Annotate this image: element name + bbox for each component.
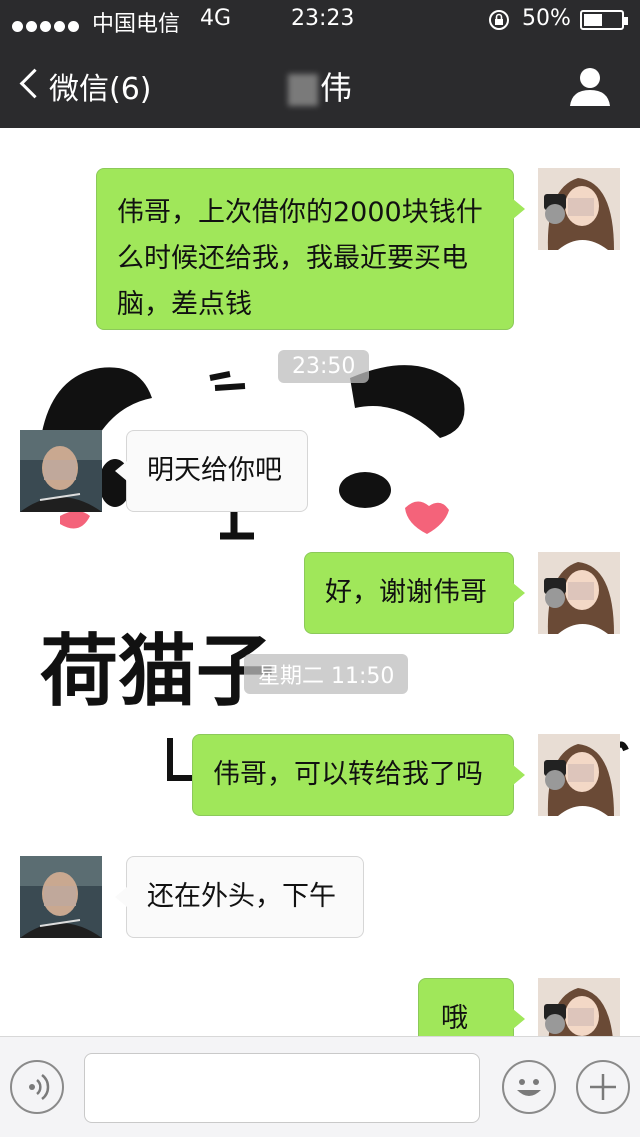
person-icon[interactable]	[568, 64, 612, 108]
message-bubble-incoming[interactable]: 明天给你吧	[115, 430, 308, 512]
network-label: 4G	[200, 6, 232, 31]
message-line: 么时候还给我，我最近要买电	[117, 243, 468, 274]
message-bubble-outgoing[interactable]: 伟哥，上次借你的2000块钱什 么时候还给我，我最近要买电 脑，差点钱	[96, 168, 525, 330]
chat-title-text: 伟	[319, 69, 352, 107]
message-text: 明天给你吧	[147, 455, 282, 486]
rotation-lock-icon	[489, 10, 509, 30]
voice-icon	[29, 1074, 50, 1100]
nav-bar: 微信(6) 伟	[0, 40, 640, 128]
battery-percent: 50%	[522, 6, 571, 31]
my-avatar[interactable]	[538, 168, 620, 250]
signal-strength-icon	[12, 13, 82, 38]
my-avatar[interactable]	[538, 978, 620, 1036]
timestamp: 23:50	[278, 350, 370, 383]
message-line: 伟哥，上次借你的2000块钱什	[117, 197, 483, 228]
clock: 23:23	[291, 6, 355, 31]
input-bar	[0, 1036, 640, 1137]
plus-icon	[590, 1074, 616, 1100]
status-bar: 中国电信 4G 23:23 50%	[0, 0, 640, 40]
emoji-icon	[517, 1079, 541, 1096]
message-bubble-outgoing[interactable]: 伟哥，可以转给我了吗	[192, 734, 525, 816]
battery-icon	[580, 10, 628, 30]
message-input[interactable]	[84, 1053, 480, 1123]
contact-avatar[interactable]	[20, 430, 102, 512]
carrier-label: 中国电信	[92, 12, 181, 37]
more-button[interactable]	[576, 1060, 630, 1114]
sticker-text: 荷猫子	[40, 627, 274, 717]
message-bubble-incoming[interactable]: 还在外头，下午	[115, 856, 364, 938]
message-text: 伟哥，可以转给我了吗	[213, 759, 483, 790]
voice-button[interactable]	[10, 1060, 64, 1114]
message-bubble-outgoing[interactable]: 哦	[418, 978, 525, 1036]
chat-title: 伟	[0, 63, 640, 109]
message-text: 还在外头，下午	[147, 881, 336, 912]
message-text: 哦	[441, 1003, 468, 1034]
blurred-name	[287, 74, 318, 106]
message-text: 好，谢谢伟哥	[325, 577, 487, 608]
my-avatar[interactable]	[538, 552, 620, 634]
message-line: 脑，差点钱	[117, 289, 252, 320]
my-avatar[interactable]	[538, 734, 620, 816]
message-bubble-outgoing[interactable]: 好，谢谢伟哥	[304, 552, 525, 634]
timestamp: 星期二 11:50	[244, 654, 409, 694]
chat-area[interactable]: 荷猫子 伟哥，上次借你的2000块钱什 么时候还给我，我最近要买电 脑，差点钱 …	[0, 128, 640, 1036]
contact-avatar[interactable]	[20, 856, 102, 938]
emoji-button[interactable]	[502, 1060, 556, 1114]
battery-fill	[584, 14, 602, 26]
